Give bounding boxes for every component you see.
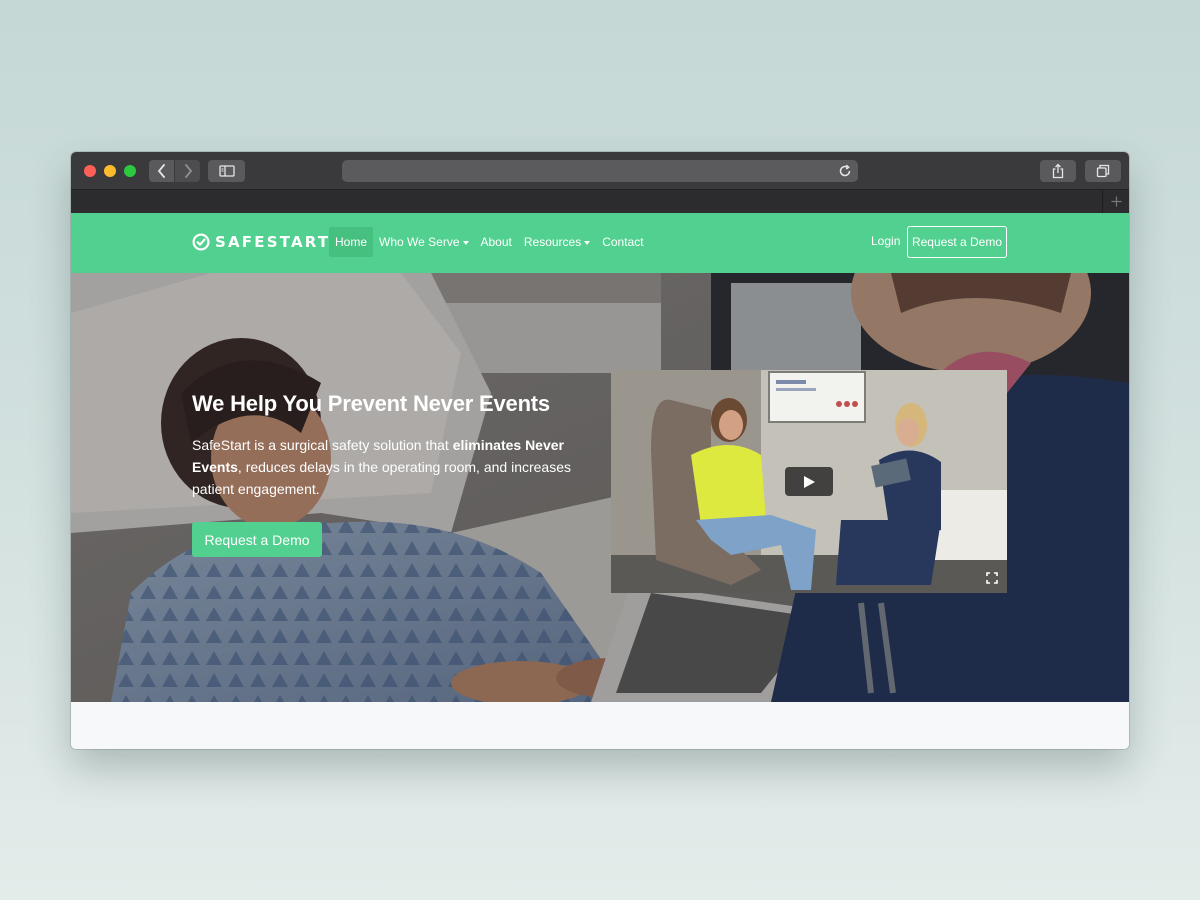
nav-item-label: About	[480, 235, 512, 249]
caret-down-icon	[462, 240, 469, 245]
zoom-window-button[interactable]	[124, 165, 136, 177]
play-icon	[804, 475, 815, 488]
browser-toolbar	[71, 152, 1129, 190]
close-window-button[interactable]	[84, 165, 96, 177]
safestart-logo[interactable]: SAFESTART	[192, 232, 330, 252]
hero-description: SafeStart is a surgical safety solution …	[192, 437, 572, 497]
back-icon	[157, 164, 165, 178]
new-tab-button[interactable]	[1102, 190, 1129, 213]
fullscreen-icon[interactable]	[986, 572, 998, 584]
reload-icon[interactable]	[837, 163, 853, 179]
address-bar[interactable]	[342, 160, 858, 182]
hero-request-demo-button[interactable]: Request a Demo	[192, 522, 322, 557]
sidebar-toggle-button[interactable]	[208, 160, 245, 182]
nav-item-label: Home	[335, 235, 368, 249]
share-button[interactable]	[1040, 160, 1076, 182]
sidebar-icon	[218, 165, 235, 177]
login-link[interactable]: Login	[871, 234, 900, 248]
nav-item-about[interactable]: About	[475, 227, 518, 257]
browser-window: SAFESTART Home Who We Serve About Resour…	[71, 152, 1129, 749]
nav-item-label: Contact	[602, 235, 644, 249]
play-button[interactable]	[785, 467, 833, 496]
video-player[interactable]	[611, 370, 1007, 593]
nav-request-demo-button[interactable]: Request a Demo	[907, 226, 1007, 258]
main-menu: Home Who We Serve About Resources Contac…	[329, 227, 650, 257]
site-navbar: SAFESTART Home Who We Serve About Resour…	[71, 213, 1129, 273]
brand-name: SAFESTART	[215, 233, 331, 251]
hero-title: We Help You Prevent Never Events	[192, 391, 550, 416]
nav-item-resources[interactable]: Resources	[518, 227, 596, 257]
forward-button[interactable]	[175, 160, 200, 182]
hero-section: We Help You Prevent Never Events SafeSta…	[71, 273, 1129, 702]
nav-item-label: Resources	[523, 235, 582, 249]
tab-bar	[71, 190, 1129, 213]
new-tab-icon	[1111, 196, 1121, 207]
check-circle-icon	[192, 233, 210, 251]
nav-item-label: Who We Serve	[379, 235, 460, 249]
page-content-below-hero	[71, 702, 1129, 749]
share-icon	[1052, 163, 1064, 179]
forward-icon	[184, 164, 192, 178]
nav-item-who-we-serve[interactable]: Who We Serve	[373, 227, 474, 257]
tabs-icon	[1096, 164, 1110, 178]
minimize-window-button[interactable]	[104, 165, 116, 177]
caret-down-icon	[584, 240, 591, 245]
nav-item-contact[interactable]: Contact	[596, 227, 649, 257]
tab-overview-button[interactable]	[1085, 160, 1121, 182]
back-button[interactable]	[149, 160, 174, 182]
nav-item-home[interactable]: Home	[329, 227, 374, 257]
